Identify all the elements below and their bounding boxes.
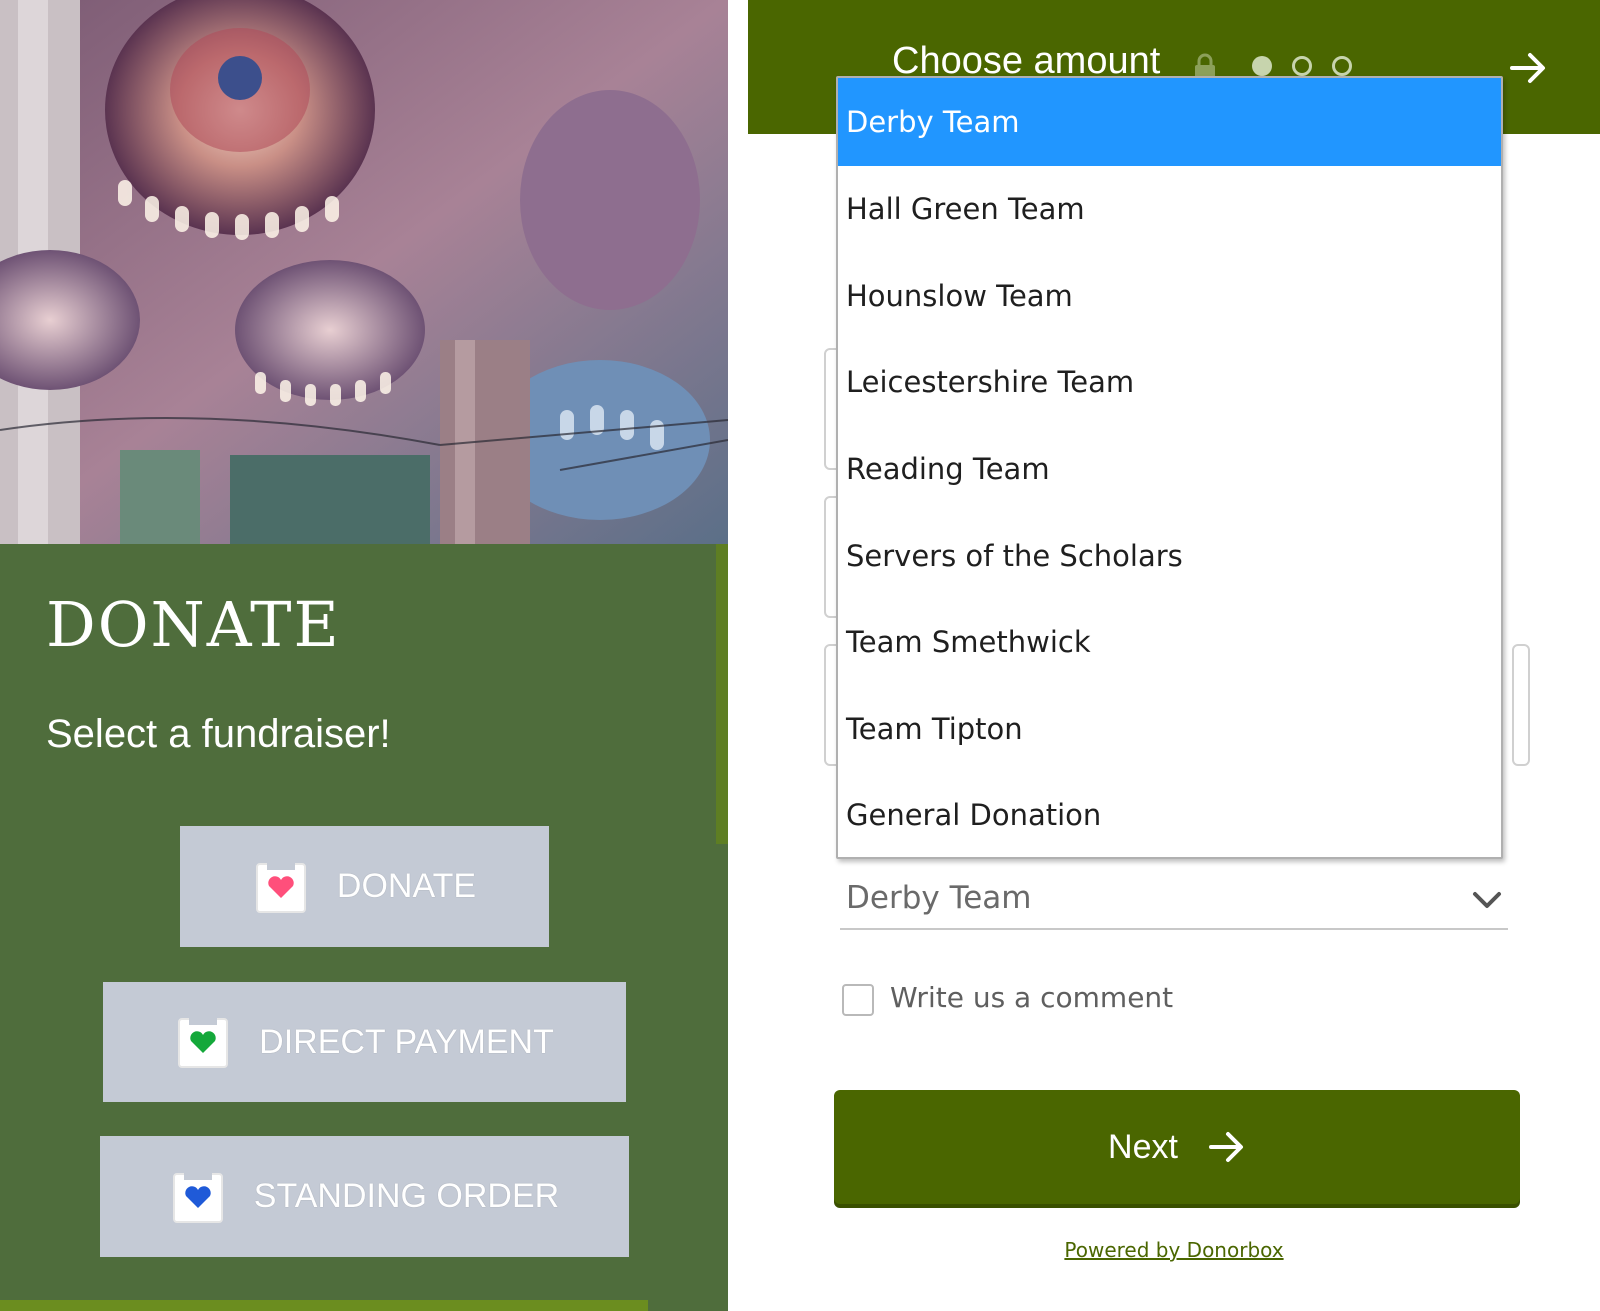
dropdown-option-team-smethwick[interactable]: Team Smethwick xyxy=(838,599,1501,686)
step-indicator-active xyxy=(1252,56,1272,76)
dropdown-option-derby-team[interactable]: Derby Team xyxy=(838,78,1501,166)
footer: Powered by Donorbox xyxy=(748,1238,1600,1262)
direct-payment-button-label: DIRECT PAYMENT xyxy=(259,1022,554,1061)
comment-checkbox[interactable] xyxy=(842,984,874,1016)
standing-order-button[interactable]: STANDING ORDER xyxy=(100,1136,629,1257)
chevron-down-icon xyxy=(1473,892,1501,908)
arrow-right-icon xyxy=(1208,1132,1243,1162)
dropdown-option-servers-of-the-scholars[interactable]: Servers of the Scholars xyxy=(838,512,1501,599)
arrow-right-icon[interactable] xyxy=(1508,48,1548,88)
dropdown-option-reading-team[interactable]: Reading Team xyxy=(838,426,1501,513)
dropdown-option-leicestershire-team[interactable]: Leicestershire Team xyxy=(838,339,1501,426)
page-subtitle: Select a fundraiser! xyxy=(46,712,391,756)
donation-form: Choose amount Derby Team Hall Green Team… xyxy=(748,0,1600,1311)
step-indicator xyxy=(1332,56,1352,76)
panel-bottom-accent xyxy=(0,1300,648,1311)
fundraiser-dropdown-list[interactable]: Derby Team Hall Green Team Hounslow Team… xyxy=(836,76,1503,859)
donation-box-heart-icon xyxy=(172,1169,223,1223)
fundraiser-select[interactable]: Derby Team xyxy=(840,870,1508,930)
dropdown-option-hall-green-team[interactable]: Hall Green Team xyxy=(838,166,1501,253)
field-outline xyxy=(1512,644,1530,766)
mosque-dome-image xyxy=(0,0,728,544)
direct-payment-button[interactable]: DIRECT PAYMENT xyxy=(103,982,626,1102)
page-title: DONATE xyxy=(46,588,341,661)
donation-box-heart-icon xyxy=(255,859,306,913)
donate-button[interactable]: DONATE xyxy=(180,826,549,947)
panel-edge-accent xyxy=(716,544,728,844)
standing-order-button-label: STANDING ORDER xyxy=(253,1177,560,1215)
next-button-label: Next xyxy=(1108,1127,1178,1166)
select-value: Derby Team xyxy=(846,880,1032,916)
dropdown-option-team-tipton[interactable]: Team Tipton xyxy=(838,686,1501,773)
donate-panel: DONATE Select a fundraiser! DONATE DIREC… xyxy=(0,0,728,1311)
comment-checkbox-label[interactable]: Write us a comment xyxy=(890,981,1173,1014)
step-indicator xyxy=(1292,56,1312,76)
dropdown-option-hounslow-team[interactable]: Hounslow Team xyxy=(838,253,1501,340)
next-button[interactable]: Next xyxy=(834,1090,1520,1204)
donate-button-label: DONATE xyxy=(336,867,477,905)
powered-by-donorbox-link[interactable]: Powered by Donorbox xyxy=(1064,1238,1283,1262)
dropdown-option-general-donation[interactable]: General Donation xyxy=(838,772,1501,859)
donation-box-heart-icon xyxy=(178,1015,229,1068)
